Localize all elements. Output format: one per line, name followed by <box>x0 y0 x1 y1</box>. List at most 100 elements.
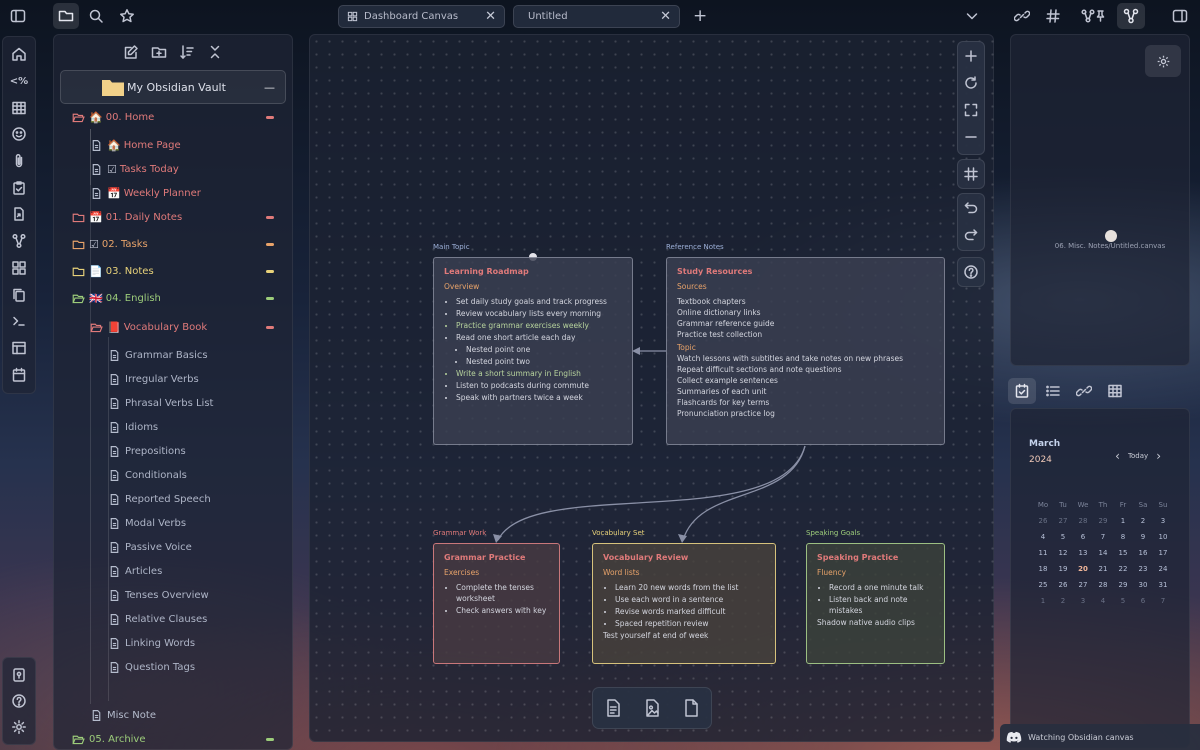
folder-item[interactable]: 📕 Vocabulary Book <box>88 315 274 339</box>
sort-icon[interactable] <box>174 40 200 64</box>
calendar-day[interactable]: 20 <box>1073 565 1093 573</box>
calendar-day[interactable]: 6 <box>1133 597 1153 605</box>
calendar-day[interactable]: 15 <box>1113 549 1133 557</box>
calendar-day[interactable]: 31 <box>1153 581 1173 589</box>
calendar-day[interactable]: 23 <box>1133 565 1153 573</box>
folder-item[interactable]: ☑ 02. Tasks <box>70 232 274 256</box>
file-item[interactable]: Articles <box>106 559 274 583</box>
file-item[interactable]: Passive Voice <box>106 535 274 559</box>
checklist-icon[interactable] <box>6 174 32 201</box>
local-graph-panel[interactable]: 06. Misc. Notes/Untitled.canvas <box>1010 34 1190 366</box>
settings-icon[interactable] <box>6 714 32 740</box>
calendar-day[interactable]: 6 <box>1073 533 1093 541</box>
table-icon[interactable] <box>1101 378 1129 404</box>
calendar-day[interactable]: 19 <box>1053 565 1073 573</box>
hash-icon[interactable] <box>1040 3 1066 29</box>
calendar-day[interactable]: 7 <box>1153 597 1173 605</box>
calendar-day[interactable]: 25 <box>1033 581 1053 589</box>
home-icon[interactable] <box>6 41 32 68</box>
calendar-day[interactable]: 11 <box>1033 549 1053 557</box>
calendar-day[interactable]: 24 <box>1153 565 1173 573</box>
terminal-icon[interactable] <box>6 308 32 335</box>
layout-icon[interactable] <box>6 335 32 362</box>
graph-pin-icon[interactable] <box>1076 3 1110 29</box>
copy-icon[interactable] <box>6 281 32 308</box>
help-icon[interactable] <box>958 258 984 285</box>
calendar-day[interactable]: 27 <box>1053 517 1073 525</box>
collapse-icon[interactable] <box>202 40 228 64</box>
calendar-day[interactable]: 5 <box>1053 533 1073 541</box>
calendar-day[interactable]: 4 <box>1093 597 1113 605</box>
smiley-icon[interactable] <box>6 121 32 148</box>
calendar-day[interactable]: 2 <box>1133 517 1153 525</box>
file-item[interactable]: Misc Note <box>88 703 274 727</box>
graph-settings-button[interactable] <box>1145 45 1181 77</box>
close-icon[interactable]: ✕ <box>485 9 496 24</box>
tab-untitled[interactable]: Untitled ✕ <box>513 5 680 28</box>
calendar-day[interactable]: 10 <box>1153 533 1173 541</box>
grid-snap-icon[interactable] <box>958 160 984 187</box>
calendar-day[interactable]: 9 <box>1133 533 1153 541</box>
calendar-day[interactable]: 29 <box>1093 517 1113 525</box>
file-item[interactable]: Modal Verbs <box>106 511 274 535</box>
calendar-day[interactable]: 3 <box>1153 517 1173 525</box>
undo-icon[interactable] <box>958 194 984 221</box>
calendar-day[interactable]: 13 <box>1073 549 1093 557</box>
file-item[interactable]: Phrasal Verbs List <box>106 391 274 415</box>
calendar-day[interactable]: 2 <box>1053 597 1073 605</box>
branch-icon[interactable] <box>6 228 32 255</box>
canvas-view[interactable]: Main Topic Learning Roadmap Overview Set… <box>309 34 994 742</box>
calendar-day[interactable]: 8 <box>1113 533 1133 541</box>
card-roadmap[interactable]: Learning Roadmap Overview Set daily stud… <box>433 257 633 445</box>
calendar-day[interactable]: 1 <box>1113 517 1133 525</box>
calendar-day[interactable]: 22 <box>1113 565 1133 573</box>
folder-item[interactable]: 🏠 00. Home <box>70 105 274 129</box>
file-item[interactable]: Irregular Verbs <box>106 367 274 391</box>
calendar-day[interactable]: 5 <box>1113 597 1133 605</box>
file-item[interactable]: Tenses Overview <box>106 583 274 607</box>
file-item[interactable]: ☑ Tasks Today <box>88 157 274 181</box>
file-item[interactable]: Reported Speech <box>106 487 274 511</box>
folder-item[interactable]: 📄 03. Notes <box>70 259 274 283</box>
chevron-right-icon[interactable]: › <box>1156 449 1161 463</box>
file-item[interactable]: 🏠 Home Page <box>88 133 274 157</box>
blocks-icon[interactable] <box>6 255 32 282</box>
calendar-day[interactable]: 21 <box>1093 565 1113 573</box>
table-icon[interactable] <box>6 94 32 121</box>
chevron-left-icon[interactable]: ‹ <box>1115 449 1120 463</box>
calendar-day[interactable]: 3 <box>1073 597 1093 605</box>
graph-node[interactable] <box>1105 230 1117 242</box>
file-item[interactable]: Idioms <box>106 415 274 439</box>
sidebar-toggle-icon[interactable] <box>5 3 31 29</box>
calendar-day[interactable]: 14 <box>1093 549 1113 557</box>
file-item[interactable]: Linking Words <box>106 631 274 655</box>
help-icon[interactable] <box>6 688 32 714</box>
calendar-day[interactable]: 17 <box>1153 549 1173 557</box>
calendar-day[interactable]: 16 <box>1133 549 1153 557</box>
vault-icon[interactable] <box>6 662 32 688</box>
calendar-day[interactable]: 28 <box>1073 517 1093 525</box>
media-card-icon[interactable] <box>637 693 667 723</box>
calendar-day[interactable]: 12 <box>1053 549 1073 557</box>
refresh-icon[interactable] <box>958 69 984 96</box>
file-item[interactable]: 📅 Weekly Planner <box>88 181 274 205</box>
file-item[interactable]: Question Tags <box>106 655 274 679</box>
new-folder-icon[interactable] <box>146 40 172 64</box>
fullscreen-icon[interactable] <box>958 96 984 123</box>
minus-icon[interactable] <box>958 123 984 150</box>
file-item[interactable]: Prepositions <box>106 439 274 463</box>
file-item[interactable]: Conditionals <box>106 463 274 487</box>
star-icon[interactable] <box>114 3 140 29</box>
calendar-day[interactable]: 28 <box>1093 581 1113 589</box>
file-item[interactable]: Relative Clauses <box>106 607 274 631</box>
calendar-day[interactable]: 4 <box>1033 533 1053 541</box>
list-icon[interactable] <box>1039 378 1067 404</box>
calendar-day[interactable]: 27 <box>1073 581 1093 589</box>
new-tab-button[interactable]: + <box>693 6 707 26</box>
calendar-day[interactable]: 26 <box>1033 517 1053 525</box>
card-vocabulary[interactable]: Vocabulary Review Word lists Learn 20 ne… <box>592 543 776 664</box>
discord-status[interactable]: Watching Obsidian canvas <box>1000 724 1200 750</box>
card-speaking[interactable]: Speaking Practice Fluency Record a one m… <box>806 543 945 664</box>
calendar-day[interactable]: 7 <box>1093 533 1113 541</box>
folder-item[interactable]: 05. Archive <box>70 727 274 750</box>
